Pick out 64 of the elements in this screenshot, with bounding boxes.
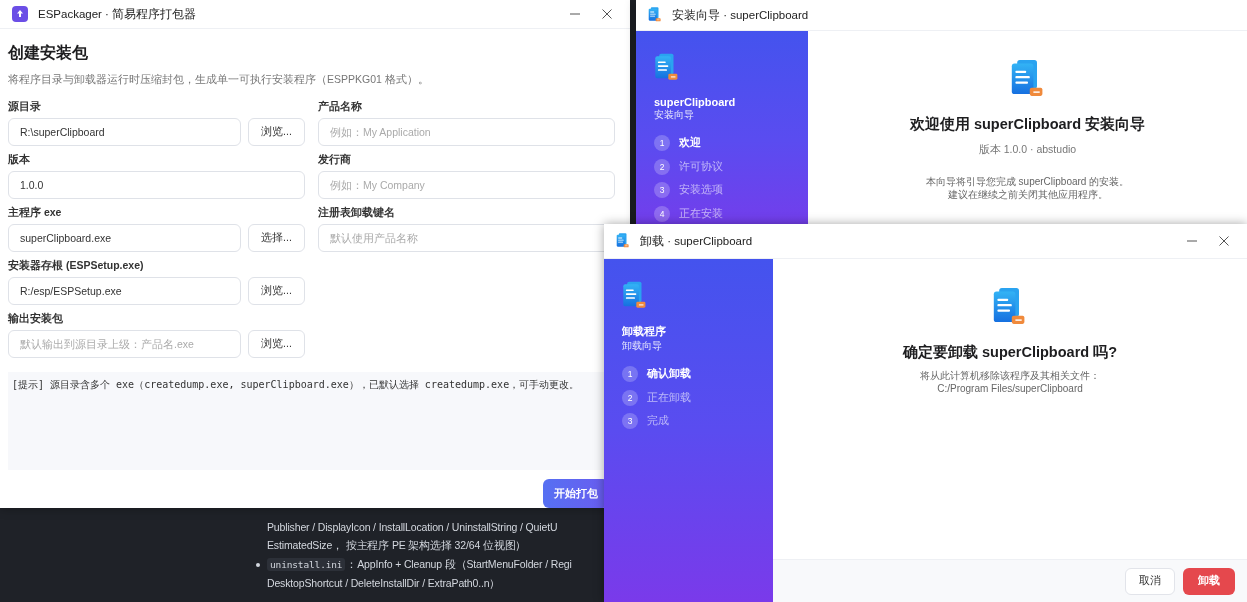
page-description: 将程序目录与卸载器运行时压缩封包，生成单一可执行安装程序（ESPPKG01 格式）。: [8, 73, 430, 87]
input-field[interactable]: 默认输出到源目录上级：产品名.exe: [8, 330, 241, 358]
document-text: ：AppInfo + Cleanup 段（StartMenuFolder / Regi: [346, 557, 572, 572]
app-icon: [12, 6, 28, 22]
input-field[interactable]: superClipboard.exe: [8, 224, 241, 252]
wizard-text: 建议在继续之前关闭其他应用程序。: [947, 187, 1108, 201]
window-title: 卸载 · superClipboard: [640, 233, 754, 249]
field-label: 主程序 exe: [8, 206, 63, 220]
document-text: DesktopShortcut / DeleteInstallDir / ExtraPath0..n）: [267, 576, 501, 591]
step-label: 正在卸载: [647, 390, 691, 405]
browse-button[interactable]: 浏览...: [248, 277, 305, 305]
step-label: 安装选项: [679, 183, 723, 198]
field-label: 版本: [8, 153, 31, 167]
wizard-heading: 欢迎使用 superClipboard 安装向导: [909, 114, 1146, 134]
cancel-button[interactable]: 取消: [1125, 567, 1175, 595]
code-text: uninstall.ini: [267, 558, 346, 571]
wizard-subtitle: 卸载向导: [622, 338, 663, 353]
wizard-text: 本向导将引导您完成 superClipboard 的安装。: [925, 174, 1130, 188]
bullet-icon: [256, 563, 260, 567]
field-label: 输出安装包: [8, 312, 64, 326]
app-icon: [616, 233, 630, 249]
version-text: 版本 1.0.0 · abstudio: [978, 142, 1077, 157]
window-title: 安装向导 · superClipboard: [672, 7, 810, 23]
step-label: 确认卸载: [647, 367, 691, 382]
wizard-text: C:/Program Files/superClipboard: [937, 381, 1083, 395]
browse-button[interactable]: 选择...: [248, 224, 305, 252]
input-field[interactable]: 例如：My Company: [318, 171, 615, 199]
app-logo-icon: [654, 53, 680, 82]
step-number: 3: [622, 413, 638, 430]
page-heading: 创建安装包: [8, 43, 89, 63]
wizard-subtitle: 安装向导: [654, 108, 695, 122]
field-label: 产品名称: [318, 100, 363, 114]
app-name: 卸载程序: [622, 323, 667, 339]
input-field[interactable]: 1.0.0: [8, 171, 305, 199]
input-field[interactable]: R:/esp/ESPSetup.exe: [8, 277, 241, 305]
step-number: 4: [654, 205, 670, 222]
step-label: 正在安装: [679, 206, 723, 221]
document-text: Publisher / DisplayIcon / InstallLocation / UninstallString / QuietU: [267, 520, 558, 533]
step-number: 1: [654, 135, 670, 152]
field-label: 安装器存根 (ESPSetup.exe): [8, 259, 145, 273]
step-number: 2: [622, 389, 638, 406]
close-icon[interactable]: [1219, 236, 1229, 246]
browse-button[interactable]: 浏览...: [248, 330, 305, 358]
wizard-heading: 确定要卸载 superClipboard 吗?: [902, 342, 1118, 362]
step-label: 欢迎: [679, 136, 701, 151]
wizard-text: 将从此计算机移除该程序及其相关文件：: [920, 368, 1100, 382]
browse-button[interactable]: 浏览...: [248, 118, 305, 146]
input-field[interactable]: 例如：My Application: [318, 118, 615, 146]
step-label: 许可协议: [679, 159, 723, 174]
window-title: ESPackager · 简易程序打包器: [38, 6, 198, 22]
app-logo-icon: [622, 281, 648, 310]
step-number: 1: [622, 366, 638, 383]
input-field[interactable]: R:\superClipboard: [8, 118, 241, 146]
uninstall-button[interactable]: 卸载: [1183, 567, 1235, 595]
close-icon[interactable]: [602, 9, 612, 19]
app-icon: [648, 7, 662, 23]
step-number: 3: [654, 182, 670, 199]
step-number: 2: [654, 158, 670, 175]
step-label: 完成: [647, 414, 669, 429]
field-label: 源目录: [8, 100, 42, 114]
app-name: superClipboard: [654, 95, 737, 108]
field-label: 发行商: [318, 153, 352, 167]
field-label: 注册表卸载键名: [318, 206, 396, 220]
document-text: EstimatedSize， 按主程序 PE 架构选择 32/64 位视图）: [267, 538, 527, 553]
